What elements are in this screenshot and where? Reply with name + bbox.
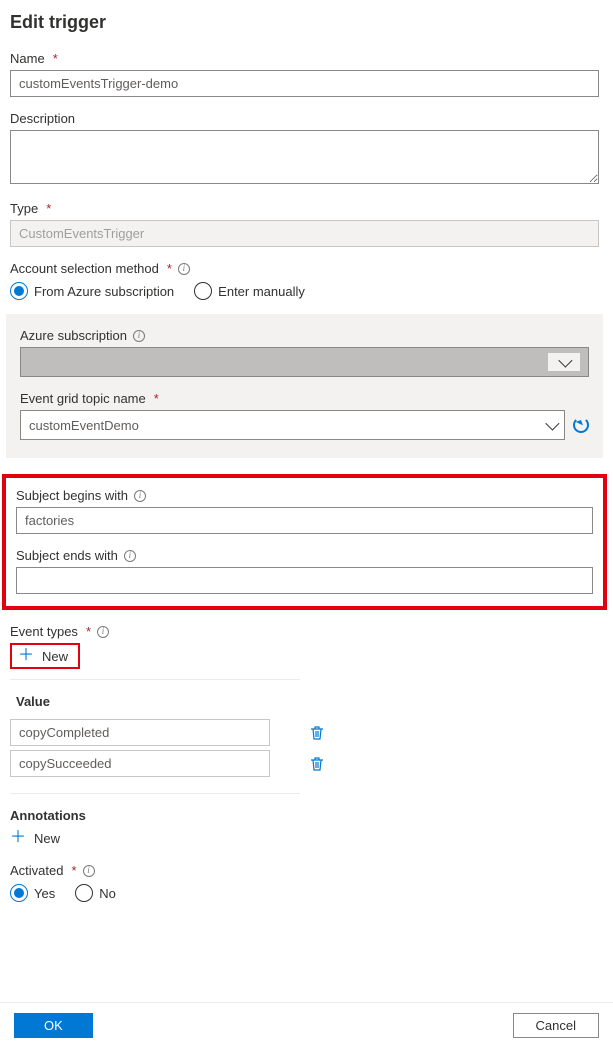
- highlight-box: Subject begins with i Subject ends with …: [2, 474, 607, 610]
- info-icon[interactable]: i: [133, 330, 145, 342]
- radio-label: From Azure subscription: [34, 284, 174, 299]
- azure-sub-panel: Azure subscription i Event grid topic na…: [6, 314, 603, 458]
- event-types-label: Event types: [10, 624, 78, 639]
- event-types-new-button[interactable]: ＋ New: [10, 643, 80, 669]
- new-label: New: [34, 831, 60, 846]
- description-label: Description: [10, 111, 75, 126]
- subject-begins-input[interactable]: [16, 507, 593, 534]
- required-asterisk: *: [86, 624, 91, 639]
- event-types-field: Event types * i ＋ New Value: [10, 624, 599, 794]
- event-type-value-input[interactable]: [10, 719, 270, 746]
- topic-name-label: Event grid topic name: [20, 391, 146, 406]
- radio-icon: [10, 884, 28, 902]
- plus-icon: ＋: [10, 830, 26, 846]
- activated-label: Activated: [10, 863, 63, 878]
- subject-begins-label: Subject begins with: [16, 488, 128, 503]
- required-asterisk: *: [167, 261, 172, 276]
- azure-subscription-select[interactable]: [20, 347, 589, 377]
- radio-activated-yes[interactable]: Yes: [10, 884, 55, 902]
- activated-field: Activated * i Yes No: [10, 863, 599, 902]
- info-icon[interactable]: i: [97, 626, 109, 638]
- annotations-new-button[interactable]: ＋ New: [10, 827, 70, 849]
- info-icon[interactable]: i: [83, 865, 95, 877]
- info-icon[interactable]: i: [178, 263, 190, 275]
- select-value: [29, 353, 548, 371]
- radio-icon: [10, 282, 28, 300]
- required-asterisk: *: [53, 51, 58, 66]
- name-label: Name: [10, 51, 45, 66]
- radio-label: Yes: [34, 886, 55, 901]
- footer: OK Cancel: [0, 1002, 613, 1048]
- ok-button[interactable]: OK: [14, 1013, 93, 1038]
- chevron-down-icon: [558, 354, 572, 368]
- radio-icon: [75, 884, 93, 902]
- annotations-field: Annotations ＋ New: [10, 808, 599, 849]
- name-field: Name *: [10, 51, 599, 97]
- annotations-label: Annotations: [10, 808, 599, 823]
- event-types-column-header: Value: [10, 688, 300, 717]
- radio-label: Enter manually: [218, 284, 305, 299]
- radio-enter-manually[interactable]: Enter manually: [194, 282, 305, 300]
- subject-ends-input[interactable]: [16, 567, 593, 594]
- azure-subscription-label: Azure subscription: [20, 328, 127, 343]
- type-field: Type *: [10, 201, 599, 247]
- required-asterisk: *: [154, 391, 159, 406]
- required-asterisk: *: [46, 201, 51, 216]
- type-label: Type: [10, 201, 38, 216]
- description-input[interactable]: [10, 130, 599, 184]
- radio-activated-no[interactable]: No: [75, 884, 116, 902]
- topic-name-select[interactable]: customEventDemo: [20, 410, 565, 440]
- plus-icon: ＋: [18, 648, 34, 664]
- type-input: [10, 220, 599, 247]
- info-icon[interactable]: i: [134, 490, 146, 502]
- new-label: New: [42, 649, 68, 664]
- required-asterisk: *: [71, 863, 76, 878]
- account-method-field: Account selection method * i From Azure …: [10, 261, 599, 300]
- cancel-button[interactable]: Cancel: [513, 1013, 599, 1038]
- panel-title: Edit trigger: [10, 12, 599, 33]
- subject-ends-label: Subject ends with: [16, 548, 118, 563]
- name-input[interactable]: [10, 70, 599, 97]
- radio-icon: [194, 282, 212, 300]
- account-method-label: Account selection method: [10, 261, 159, 276]
- radio-label: No: [99, 886, 116, 901]
- info-icon[interactable]: i: [124, 550, 136, 562]
- event-type-row: [10, 717, 300, 748]
- select-value: customEventDemo: [29, 418, 139, 433]
- event-type-value-input[interactable]: [10, 750, 270, 777]
- radio-from-azure[interactable]: From Azure subscription: [10, 282, 174, 300]
- event-type-row: [10, 748, 300, 779]
- chevron-down-icon: [545, 417, 559, 431]
- delete-icon[interactable]: [310, 725, 324, 741]
- delete-icon[interactable]: [310, 756, 324, 772]
- refresh-icon[interactable]: [573, 417, 589, 433]
- description-field: Description: [10, 111, 599, 187]
